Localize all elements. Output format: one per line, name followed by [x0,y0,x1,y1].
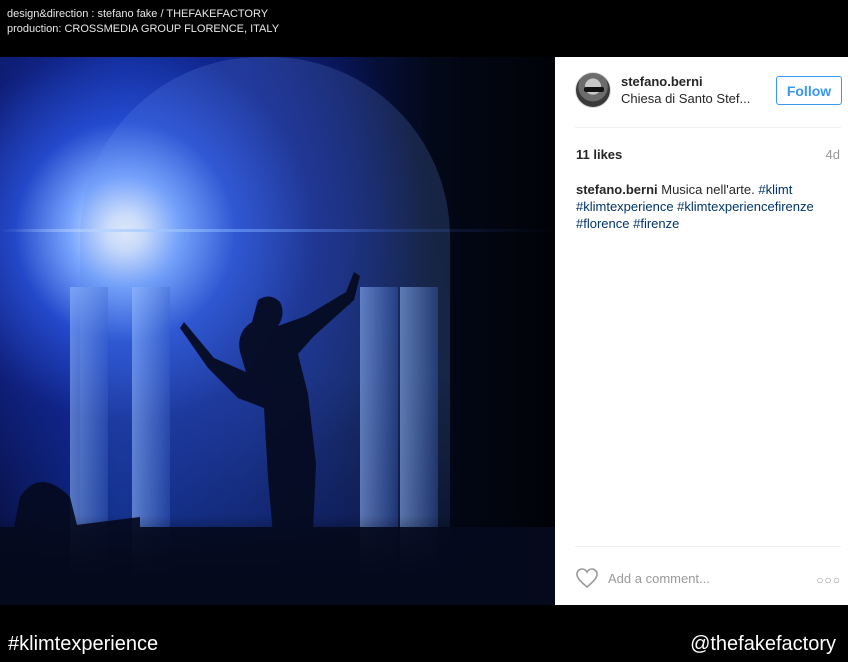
follow-button[interactable]: Follow [776,76,842,105]
add-comment-input[interactable] [608,568,788,588]
comment-divider [575,546,841,547]
caption-text: Musica nell'arte. [657,182,759,197]
footer-handle: @thefakefactory [690,633,836,655]
footer-hashtag: #klimtexperience [8,633,159,655]
hashtag-klimtexperience[interactable]: #klimtexperience [576,199,674,214]
post-photo[interactable] [0,57,555,605]
hashtag-klimtexperiencefirenze[interactable]: #klimtexperiencefirenze [677,199,814,214]
credits: design&direction : stefano fake / THEFAK… [7,7,279,37]
post-side-panel: stefano.berni Chiesa di Santo Stef... Fo… [555,57,848,605]
post-age: 4d [825,147,840,162]
more-options-icon[interactable]: ○○○ [816,573,841,587]
avatar-glasses [584,87,604,92]
credits-production: production: CROSSMEDIA GROUP FLORENCE, I… [7,23,280,35]
conductor-silhouette [0,272,555,605]
post-username[interactable]: stefano.berni [621,74,703,89]
heart-icon[interactable] [575,567,599,589]
hashtag-florence[interactable]: #florence [576,216,629,231]
post-location[interactable]: Chiesa di Santo Stef... [621,91,750,106]
hashtag-firenze[interactable]: #firenze [633,216,679,231]
avatar[interactable] [575,72,611,108]
caption-author[interactable]: stefano.berni [576,182,658,197]
likes-count[interactable]: 11 likes [576,147,622,162]
post-caption: stefano.berni Musica nell'arte. #klimt #… [576,181,838,232]
hashtag-klimt[interactable]: #klimt [758,182,792,197]
credits-direction: design&direction : stefano fake / THEFAK… [7,8,269,20]
header-divider [575,127,841,128]
